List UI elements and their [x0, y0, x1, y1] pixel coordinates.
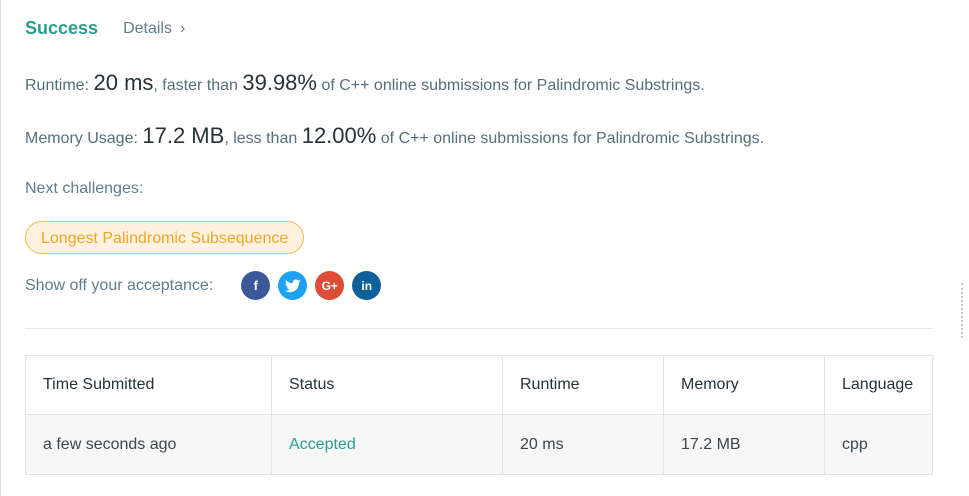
runtime-line: Runtime: 20 ms, faster than 39.98% of C+…	[25, 70, 705, 96]
success-status: Success	[25, 18, 99, 38]
column-header-language: Language	[824, 355, 933, 415]
resize-handle[interactable]	[961, 283, 967, 338]
runtime-percent: 39.98%	[242, 70, 317, 95]
memory-value: 17.2 MB	[142, 123, 225, 148]
details-label: Details	[123, 19, 172, 37]
facebook-icon[interactable]: f	[241, 271, 271, 300]
memory-label: Memory Usage:	[25, 130, 138, 147]
twitter-icon[interactable]	[278, 271, 308, 300]
runtime-comparison: , faster than	[153, 77, 238, 94]
cell-runtime: 20 ms	[502, 414, 664, 475]
section-divider	[25, 328, 933, 329]
submission-result-panel: Success Details › Runtime: 20 ms, faster…	[0, 0, 969, 496]
memory-percent: 12.00%	[301, 123, 377, 148]
share-label: Show off your acceptance:	[25, 276, 214, 294]
column-header-runtime: Runtime	[502, 355, 664, 415]
memory-line: Memory Usage: 17.2 MB, less than 12.00% …	[25, 123, 764, 149]
google-plus-icon[interactable]: G+	[315, 271, 345, 300]
result-header: Success Details ›	[25, 18, 185, 39]
runtime-value: 20 ms	[93, 70, 154, 95]
table-row: a few seconds ago Accepted 20 ms 17.2 MB…	[25, 414, 933, 475]
share-row: Show off your acceptance: f G+ in	[25, 271, 389, 300]
column-header-status: Status	[271, 355, 503, 415]
runtime-suffix: of C++ online submissions for Palindromi…	[321, 77, 705, 94]
next-challenges-label: Next challenges:	[25, 180, 144, 197]
twitter-bird-glyph	[284, 278, 301, 292]
runtime-label: Runtime:	[25, 77, 90, 94]
cell-time-submitted: a few seconds ago	[25, 414, 272, 475]
memory-comparison: , less than	[224, 130, 298, 147]
cell-status-accepted-link[interactable]: Accepted	[271, 414, 503, 475]
details-link[interactable]: Details ›	[123, 20, 185, 38]
column-header-time-submitted: Time Submitted	[25, 355, 272, 415]
cell-memory: 17.2 MB	[663, 414, 825, 475]
submissions-table: Time Submitted Status Runtime Memory Lan…	[25, 355, 933, 475]
memory-suffix: of C++ online submissions for Palindromi…	[380, 130, 765, 147]
table-header-row: Time Submitted Status Runtime Memory Lan…	[25, 355, 933, 415]
chevron-right-icon: ›	[179, 19, 186, 37]
cell-language: cpp	[824, 414, 933, 475]
column-header-memory: Memory	[663, 355, 825, 415]
challenge-link-longest-palindromic-subsequence[interactable]: Longest Palindromic Subsequence	[25, 221, 305, 254]
linkedin-icon[interactable]: in	[352, 271, 382, 300]
